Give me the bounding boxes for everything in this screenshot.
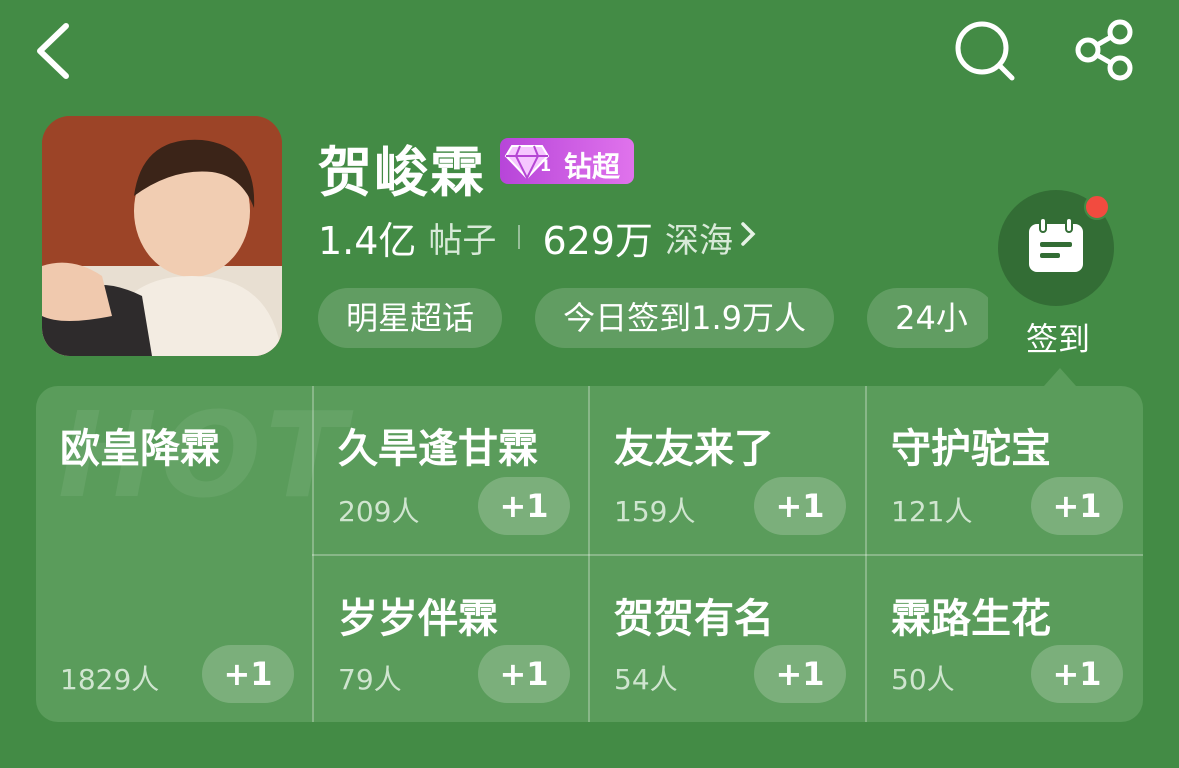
fans-count[interactable]: 629万 [542, 210, 653, 265]
badge-level: 1 [540, 156, 552, 175]
share-button[interactable] [1070, 18, 1140, 84]
share-icon [1075, 19, 1133, 81]
posts-count: 1.4亿 [318, 218, 417, 263]
featured-group[interactable]: 欧皇降霖 1829人 +1 [36, 386, 312, 722]
notification-dot [1084, 194, 1110, 220]
group-cell[interactable]: 岁岁伴霖 79人 +1 [314, 556, 588, 722]
avatar[interactable] [42, 116, 282, 356]
panel-pointer [1044, 368, 1076, 386]
plus-one-button[interactable]: +1 [754, 645, 846, 703]
group-cell[interactable]: 霖路生花 50人 +1 [867, 556, 1143, 722]
plus-one-button[interactable]: +1 [1031, 645, 1123, 703]
group-cell[interactable]: 贺贺有名 54人 +1 [590, 556, 865, 722]
group-count: 54人 [614, 663, 678, 696]
fans-label[interactable]: 深海 [665, 213, 733, 262]
stats-row: 1.4亿 帖子 629万 深海 [318, 210, 757, 265]
search-icon [955, 21, 1015, 81]
tag-chips: 明星超话 今日签到1.9万人 24小 [318, 288, 988, 352]
posts-label: 帖子 [428, 220, 497, 261]
group-name: 岁岁伴霖 [338, 596, 498, 642]
search-button[interactable] [950, 18, 1020, 84]
plus-one-button[interactable]: +1 [1031, 477, 1123, 535]
plus-one-button[interactable]: +1 [478, 645, 570, 703]
group-cell[interactable]: 久旱逢甘霖 209人 +1 [314, 386, 588, 554]
group-name: 欧皇降霖 [60, 426, 220, 472]
group-count: 159人 [614, 495, 696, 528]
plus-one-button[interactable]: +1 [754, 477, 846, 535]
level-badge[interactable]: 1 钻超 [500, 138, 634, 184]
group-name: 久旱逢甘霖 [338, 426, 538, 472]
checkin-group-panel: HOT 欧皇降霖 1829人 +1 久旱逢甘霖 209人 +1 友友来了 159… [36, 386, 1143, 722]
stats-divider [518, 225, 521, 249]
chip-24h[interactable]: 24小 [867, 288, 988, 348]
badge-label: 钻超 [564, 150, 621, 183]
group-name: 霖路生花 [891, 596, 1051, 642]
back-button[interactable] [28, 18, 88, 82]
group-count: 50人 [891, 663, 955, 696]
chevron-left-icon [37, 23, 69, 79]
group-count: 79人 [338, 663, 402, 696]
avatar-photo [42, 116, 282, 356]
chip-checkin-count[interactable]: 今日签到1.9万人 [535, 288, 835, 348]
chip-star-topic[interactable]: 明星超话 [318, 288, 503, 348]
plus-one-button[interactable]: +1 [478, 477, 570, 535]
group-cell[interactable]: 友友来了 159人 +1 [590, 386, 865, 554]
plus-one-button[interactable]: +1 [202, 645, 294, 703]
group-name: 守护驼宝 [891, 426, 1051, 472]
group-count: 209人 [338, 495, 420, 528]
group-cell[interactable]: 守护驼宝 121人 +1 [867, 386, 1143, 554]
group-name: 贺贺有名 [614, 596, 774, 642]
page-title: 贺峻霖 [318, 141, 486, 204]
calendar-icon [1029, 217, 1083, 272]
group-count: 1829人 [60, 663, 160, 696]
group-count: 121人 [891, 495, 973, 528]
group-name: 友友来了 [614, 426, 774, 472]
checkin-label[interactable]: 签到 [1026, 314, 1090, 360]
chevron-right-icon[interactable] [739, 217, 757, 257]
